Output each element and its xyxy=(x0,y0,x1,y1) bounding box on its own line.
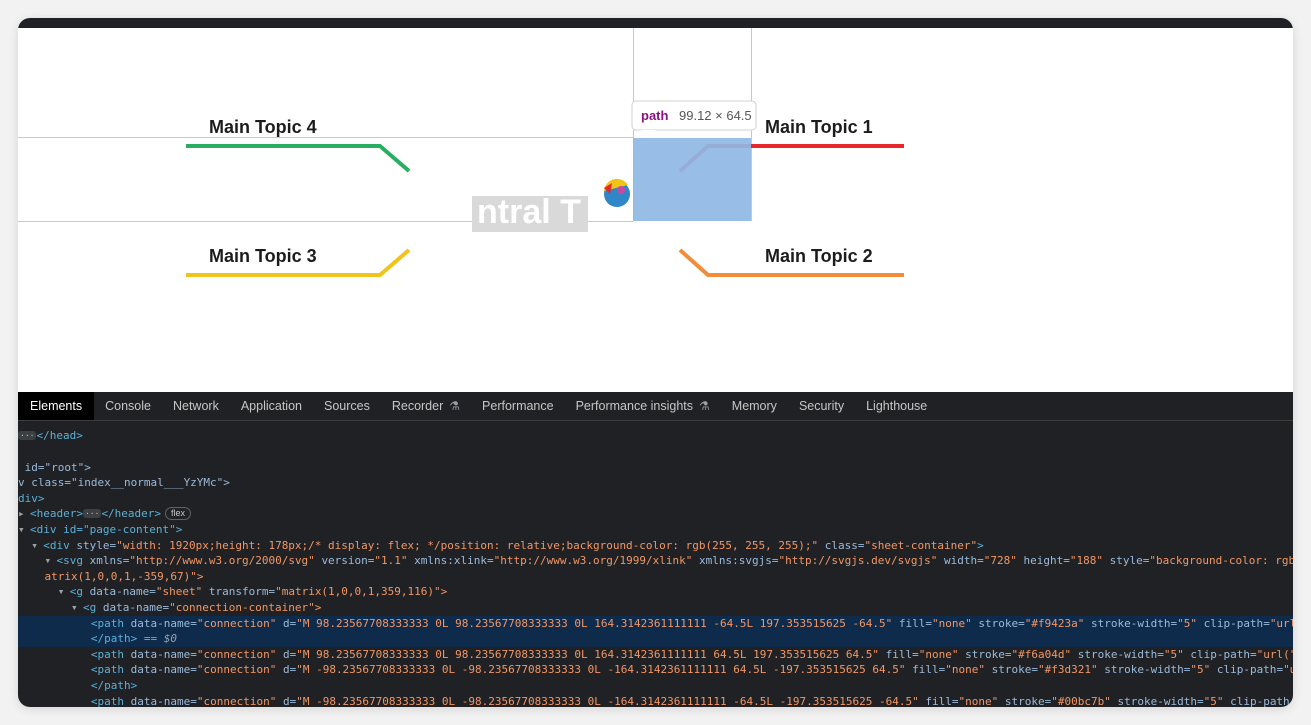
browser-top-bar xyxy=(18,18,1293,28)
collapse-triangle-icon[interactable]: ▾ xyxy=(31,538,43,554)
tab-console[interactable]: Console xyxy=(94,392,162,420)
tab-memory[interactable]: Memory xyxy=(721,392,788,420)
tab-recorder[interactable]: Recorder ⚗ xyxy=(381,392,471,420)
dom-node-index-normal[interactable]: v class="index__normal___YzYMc"> xyxy=(18,475,1293,491)
tooltip-tag: path xyxy=(641,108,669,123)
dom-node-sheet-container[interactable]: ▾ <div style="width: 1920px;height: 178px… xyxy=(18,538,1293,554)
ellipsis-icon[interactable]: ··· xyxy=(18,431,37,440)
tab-recorder-label: Recorder xyxy=(391,399,444,413)
tooltip-dimensions: 99.12 × 64.5 xyxy=(679,108,752,123)
element-highlight-box xyxy=(633,138,751,221)
tab-performance-insights-label: Performance insights xyxy=(575,399,694,413)
tooltip-arrow xyxy=(641,130,655,137)
dom-node-g-sheet[interactable]: ▾ <g data-name="sheet" transform="matrix(… xyxy=(18,584,1293,600)
topic-label-3[interactable]: Main Topic 3 xyxy=(209,246,317,266)
topic-label-1[interactable]: Main Topic 1 xyxy=(765,117,873,137)
selected-node-marker: == $0 xyxy=(143,632,177,646)
tab-lighthouse[interactable]: Lighthouse xyxy=(855,392,938,420)
dom-node-svg-continued: atrix(1,0,0,1,-359,67)"> xyxy=(44,569,204,583)
page-viewport: ntral T Main Topic 4 Main Topic 1 Main T… xyxy=(18,28,1293,392)
ellipsis-icon[interactable]: ··· xyxy=(82,509,102,519)
dom-node-path-1-selected[interactable]: <path data-name="connection" d="M 98.235… xyxy=(18,615,1293,632)
central-topic-label: ntral T xyxy=(477,193,581,231)
tab-sources[interactable]: Sources xyxy=(313,392,381,420)
devtools-panel: Elements Console Network Application Sou… xyxy=(18,392,1293,707)
connection-topic-4[interactable] xyxy=(186,144,411,173)
tab-performance-insights[interactable]: Performance insights ⚗ xyxy=(565,392,721,420)
browser-window: ntral T Main Topic 4 Main Topic 1 Main T… xyxy=(18,18,1293,707)
tab-network[interactable]: Network xyxy=(162,392,230,420)
inspector-tooltip: path 99.12 × 64.5 xyxy=(631,100,757,137)
dom-blank-line xyxy=(18,444,1293,460)
dom-node-path-4[interactable]: <path data-name="connection" d="M -98.23… xyxy=(18,694,1293,708)
dom-node-path-3[interactable]: <path data-name="connection" d="M -98.23… xyxy=(18,662,1293,678)
collapse-triangle-icon[interactable]: ▾ xyxy=(18,522,30,538)
logo-icon xyxy=(604,178,630,207)
mindmap-canvas: ntral T Main Topic 4 Main Topic 1 Main T… xyxy=(18,28,904,277)
collapse-triangle-icon[interactable]: ▾ xyxy=(58,584,70,600)
flex-badge[interactable]: flex xyxy=(165,507,192,521)
dom-node-path-2[interactable]: <path data-name="connection" d="M 98.235… xyxy=(18,647,1293,663)
tab-security[interactable]: Security xyxy=(788,392,855,420)
dom-node-div[interactable]: div> xyxy=(18,491,1293,507)
dom-node-g-connection-container[interactable]: ▾ <g data-name="connection-container"> xyxy=(18,600,1293,616)
tab-application[interactable]: Application xyxy=(230,392,313,420)
dom-node-root[interactable]: id="root"> xyxy=(18,460,1293,476)
expand-triangle-icon[interactable]: ▸ xyxy=(18,506,30,522)
topic-label-2[interactable]: Main Topic 2 xyxy=(765,246,873,266)
collapse-triangle-icon[interactable]: ▾ xyxy=(45,553,57,569)
elements-tree: ··· </head> id="root"> v class="index__no… xyxy=(18,421,1293,707)
beaker-icon: ⚗ xyxy=(699,399,710,413)
tab-elements[interactable]: Elements xyxy=(18,392,95,420)
dom-node-path-1-close[interactable]: </path> == $0 xyxy=(18,631,1293,647)
dom-node-head-close[interactable]: ··· </head> xyxy=(18,428,1293,444)
tab-performance[interactable]: Performance xyxy=(471,392,565,420)
collapse-triangle-icon[interactable]: ▾ xyxy=(71,600,83,616)
beaker-icon: ⚗ xyxy=(449,399,461,413)
dom-node-page-content[interactable]: ▾ <div id="page-content"> xyxy=(18,522,1293,538)
dom-node-path-3-close[interactable]: </path> xyxy=(18,678,1293,694)
dom-node-header[interactable]: ▸ <header> ··· </header> flex xyxy=(18,506,1293,522)
devtools-tabbar: Elements Console Network Application Sou… xyxy=(18,392,1293,421)
topic-label-4[interactable]: Main Topic 4 xyxy=(209,117,317,137)
dom-node-svg[interactable]: ▾ <svg xmlns="http://www.w3.org/2000/svg"… xyxy=(18,553,1294,569)
